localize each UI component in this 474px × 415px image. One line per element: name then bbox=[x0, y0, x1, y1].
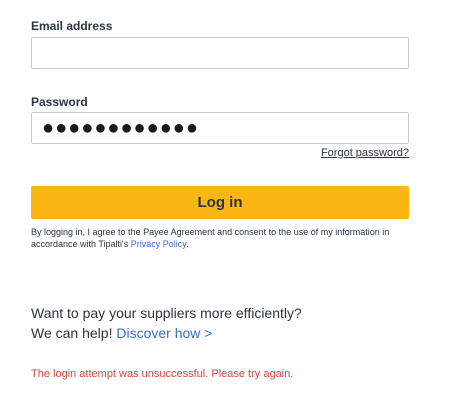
password-label: Password bbox=[31, 95, 88, 109]
promo-line-1: Want to pay your suppliers more efficien… bbox=[31, 305, 302, 321]
login-page: Email address Password Forgot password? … bbox=[0, 0, 474, 415]
password-field[interactable] bbox=[31, 112, 409, 144]
login-error-message: The login attempt was unsuccessful. Plea… bbox=[31, 368, 294, 380]
email-field[interactable] bbox=[31, 37, 409, 69]
discover-how-link[interactable]: Discover how > bbox=[116, 325, 212, 341]
promo-line-2: We can help! Discover how > bbox=[31, 323, 302, 343]
promo-line-2-prefix: We can help! bbox=[31, 325, 117, 341]
forgot-password-link[interactable]: Forgot password? bbox=[321, 147, 409, 159]
email-label: Email address bbox=[31, 19, 113, 33]
privacy-policy-link[interactable]: Privacy Policy bbox=[131, 239, 186, 249]
consent-text: By logging in, I agree to the Payee Agre… bbox=[31, 226, 421, 250]
promo-block: Want to pay your suppliers more efficien… bbox=[31, 303, 302, 343]
login-button[interactable]: Log in bbox=[31, 186, 409, 219]
payee-agreement-link[interactable]: Payee Agreement bbox=[143, 227, 215, 237]
consent-suffix: . bbox=[186, 239, 189, 249]
consent-prefix: By logging in, I agree to the bbox=[31, 227, 144, 237]
